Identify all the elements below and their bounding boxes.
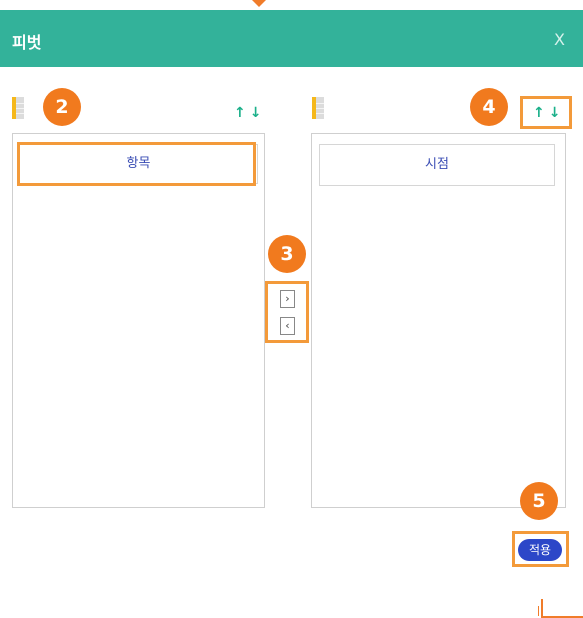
right-item-list: 시점 [311, 133, 566, 508]
right-panel-list-icon [312, 97, 324, 119]
apply-button[interactable]: 적용 [518, 539, 562, 561]
callout-highlight-sort [520, 96, 572, 129]
left-sort-arrows-icon[interactable]: ↑↓ [234, 105, 265, 121]
dialog-header: 피벗 X [0, 10, 583, 67]
dialog-title: 피벗 [12, 33, 42, 52]
left-item-list: 항목 [12, 133, 265, 508]
corner-marker-tick [538, 606, 539, 616]
move-right-button[interactable]: › [280, 290, 295, 308]
list-item-right-0[interactable]: 시점 [319, 144, 555, 186]
callout-highlight-left-item [17, 142, 256, 186]
callout-badge-4: 4 [470, 88, 508, 126]
left-panel-list-icon [12, 97, 24, 119]
close-icon[interactable]: X [554, 30, 565, 49]
callout-badge-2: 2 [43, 88, 81, 126]
callout-badge-3: 3 [268, 235, 306, 273]
top-pointer-marker [252, 0, 266, 7]
move-left-button[interactable]: ‹ [280, 317, 295, 335]
callout-badge-5: 5 [520, 482, 558, 520]
